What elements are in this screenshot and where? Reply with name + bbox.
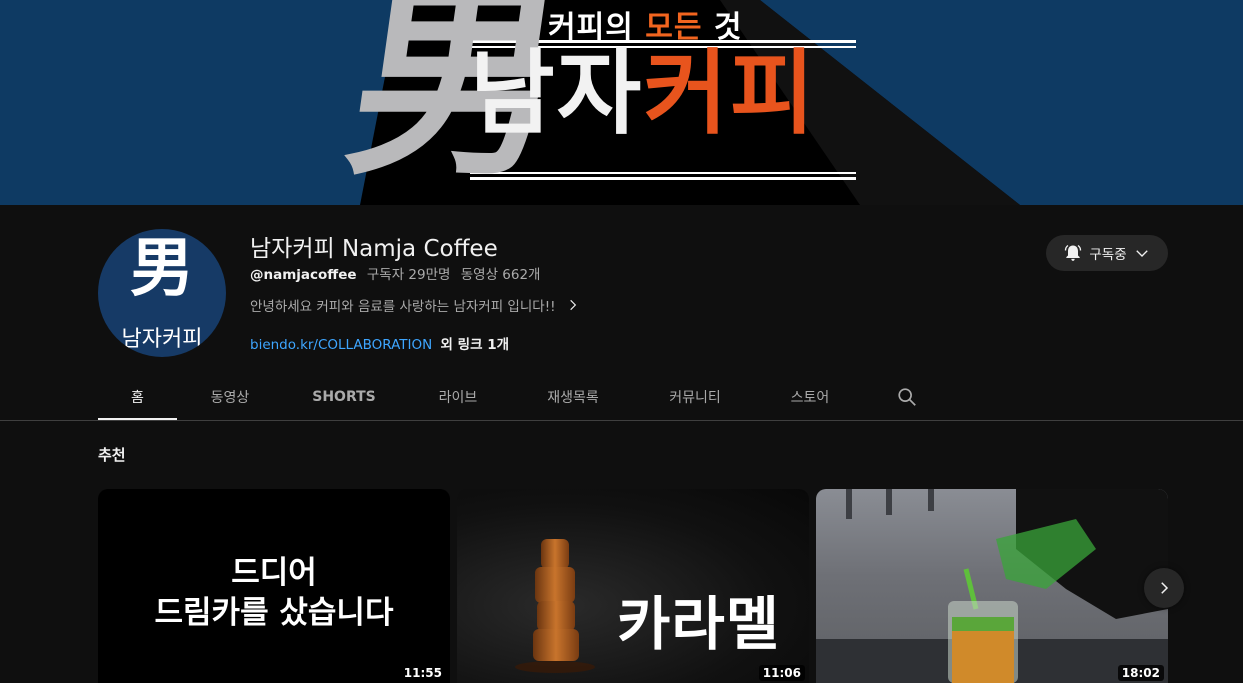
video-count: 동영상 662개 [460, 267, 541, 283]
channel-link[interactable]: biendo.kr/COLLABORATION [250, 337, 432, 353]
chevron-right-icon [1161, 582, 1169, 594]
more-links[interactable]: 외 링크 1개 [441, 337, 509, 353]
video-thumbnail-3[interactable]: 18:02 [816, 489, 1168, 683]
subscribed-button[interactable]: 구독중 [1046, 235, 1168, 271]
video-duration: 11:06 [758, 665, 805, 681]
channel-tabs: 홈 동영상 SHORTS 라이브 재생목록 커뮤니티 스토어 [98, 373, 865, 421]
tab-store[interactable]: 스토어 [755, 373, 865, 421]
channel-avatar[interactable]: 男 남자커피 [98, 229, 226, 357]
video-thumbnail-1[interactable]: 드디어 드림카를 샀습니다 11:55 [98, 489, 450, 683]
channel-handle: @namjacoffee [250, 267, 357, 283]
carousel-next-button[interactable] [1144, 568, 1184, 608]
section-title: 추천 [98, 446, 126, 464]
video-thumbnail-2[interactable]: 카라멜 11:06 [457, 489, 809, 683]
bell-icon [1065, 244, 1082, 261]
tab-live[interactable]: 라이브 [405, 373, 511, 421]
description-text: 안녕하세요 커피와 음료를 사랑하는 남자커피 입니다!! [250, 299, 556, 315]
avatar-name: 남자커피 [121, 327, 203, 352]
channel-banner: 男 커피의 모든 것 남자커피 [0, 0, 1243, 205]
chevron-down-icon [1135, 250, 1148, 257]
banner-title: 남자커피 [470, 40, 817, 147]
video-duration: 18:02 [1117, 665, 1164, 681]
tabs-divider [0, 420, 1243, 421]
matcha-image [816, 489, 1168, 683]
tab-community[interactable]: 커뮤니티 [635, 373, 755, 421]
search-icon[interactable] [896, 386, 918, 408]
thumb-text-line1: 드디어 [231, 555, 317, 591]
avatar-kanji: 男 [130, 231, 194, 306]
video-duration: 11:55 [399, 665, 446, 681]
chevron-right-icon [569, 299, 576, 311]
subscribed-label: 구독중 [1089, 247, 1127, 263]
channel-meta: @namjacoffee 구독자 29만명 동영상 662개 [250, 263, 540, 283]
channel-description[interactable]: 안녕하세요 커피와 음료를 사랑하는 남자커피 입니다!! [250, 295, 580, 315]
thumb-text: 카라멜 [617, 590, 781, 658]
tab-home[interactable]: 홈 [98, 373, 177, 421]
subscriber-count: 구독자 29만명 [366, 267, 451, 283]
thumb-text-line2: 드림카를 샀습니다 [154, 595, 394, 631]
tab-videos[interactable]: 동영상 [177, 373, 283, 421]
tab-shorts[interactable]: SHORTS [283, 373, 405, 421]
channel-title: 남자커피 Namja Coffee [250, 236, 498, 262]
tab-playlists[interactable]: 재생목록 [511, 373, 635, 421]
channel-links: biendo.kr/COLLABORATION 외 링크 1개 [250, 333, 509, 353]
